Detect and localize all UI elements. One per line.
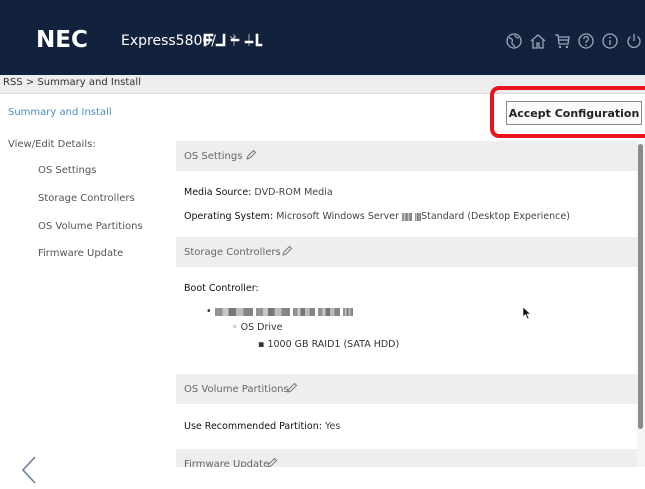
redacted-text xyxy=(214,307,253,316)
section-header-firmware-update: Firmware Update xyxy=(176,449,637,467)
section-title: Firmware Update xyxy=(184,459,270,467)
section-header-storage-controllers: Storage Controllers xyxy=(176,237,637,267)
redacted-text xyxy=(402,212,413,221)
redacted-text xyxy=(255,307,290,316)
recommended-partition-label: Use Recommended Partition: xyxy=(184,421,322,432)
section-title: OS Settings xyxy=(184,151,243,162)
edit-pencil-icon[interactable] xyxy=(286,382,298,394)
redacted-text xyxy=(292,307,315,316)
media-source-label: Media Source: xyxy=(184,187,252,198)
drive-detail-value: 1000 GB RAID1 (SATA HDD) xyxy=(267,339,400,350)
edit-pencil-icon[interactable] xyxy=(245,149,257,161)
sidebar-item-firmware-update[interactable]: Firmware Update xyxy=(38,248,123,259)
media-source-value: DVD-ROM Media xyxy=(254,187,333,198)
os-drive-label: OS Drive xyxy=(240,322,283,333)
drive-detail-item: ▪ 1000 GB RAID1 (SATA HDD) xyxy=(258,339,400,350)
operating-system-label: Operating System: xyxy=(184,211,274,222)
redacted-text xyxy=(317,307,340,316)
boot-controller-item: • xyxy=(206,306,353,317)
operating-system-value-suffix: Standard (Desktop Experience) xyxy=(421,211,570,222)
section-title: OS Volume Partitions xyxy=(184,384,289,395)
edit-pencil-icon[interactable] xyxy=(266,457,278,467)
home-icon[interactable] xyxy=(529,32,547,50)
back-arrow-icon[interactable] xyxy=(18,455,40,485)
redacted-text xyxy=(415,212,422,221)
info-icon[interactable] xyxy=(601,32,619,50)
sidebar-item-os-settings[interactable]: OS Settings xyxy=(38,165,96,176)
os-drive-item: ◦ OS Drive xyxy=(232,322,283,333)
content-scrollbar[interactable] xyxy=(637,141,645,467)
section-title: Storage Controllers xyxy=(184,247,281,258)
globe-icon[interactable] xyxy=(505,32,523,50)
section-header-os-volume-partitions: OS Volume Partitions xyxy=(176,374,637,404)
sidebar-group-label: View/Edit Details: xyxy=(8,139,96,150)
boot-controller-label: Boot Controller: xyxy=(184,283,259,294)
sidebar-item-summary[interactable]: Summary and Install xyxy=(8,107,112,118)
product-name: Express5800/ xyxy=(121,33,217,49)
header-icon-bar xyxy=(505,32,643,50)
redacted-text xyxy=(342,307,353,316)
media-source-row: Media Source: DVD-ROM Media xyxy=(184,187,333,198)
model-logo-glyph xyxy=(203,33,263,47)
top-header: NEC Express5800/ xyxy=(0,0,645,75)
recommended-partition-value: Yes xyxy=(324,421,341,432)
summary-panel: OS Settings Media Source: DVD-ROM Media … xyxy=(176,141,637,467)
help-icon[interactable] xyxy=(577,32,595,50)
highlight-annotation xyxy=(490,86,645,138)
recommended-partition-row: Use Recommended Partition: Yes xyxy=(184,421,340,432)
section-header-os-settings: OS Settings xyxy=(176,141,637,171)
power-icon[interactable] xyxy=(625,32,643,50)
scrollbar-thumb[interactable] xyxy=(638,144,643,429)
brand-logo: NEC xyxy=(36,27,88,53)
sidebar-item-storage-controllers[interactable]: Storage Controllers xyxy=(38,193,135,204)
mouse-cursor-icon xyxy=(522,306,532,320)
edit-pencil-icon[interactable] xyxy=(281,245,293,257)
breadcrumb-text: RSS > Summary and Install xyxy=(3,77,141,88)
sidebar-item-os-volume-partitions[interactable]: OS Volume Partitions xyxy=(38,221,143,232)
operating-system-value-prefix: Microsoft Windows Server xyxy=(276,211,400,222)
operating-system-row: Operating System: Microsoft Windows Serv… xyxy=(184,211,570,222)
cart-icon[interactable] xyxy=(553,32,571,50)
